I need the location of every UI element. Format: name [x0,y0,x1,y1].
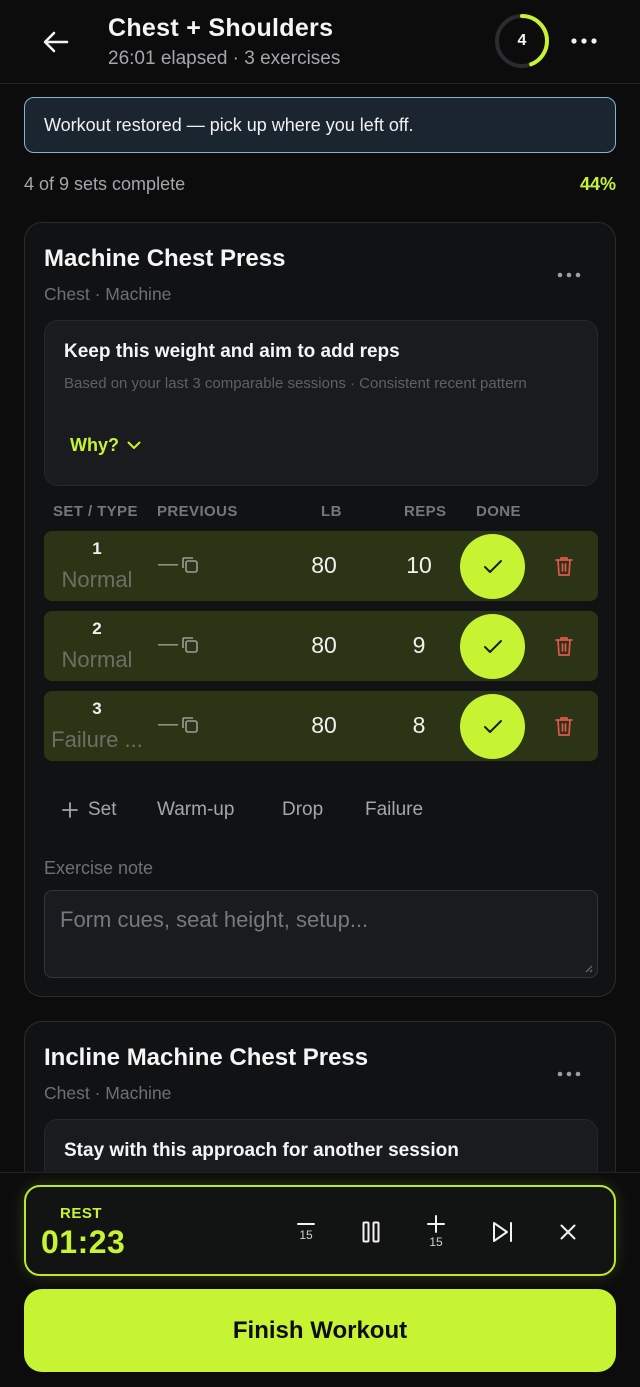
set-row: 2 Normal — 80 9 [44,611,598,681]
col-done: DONE [476,503,521,520]
set-type[interactable]: Failure ... [44,727,150,753]
rest-close-button[interactable] [546,1205,590,1259]
copy-icon [182,716,198,733]
exercise-card: Machine Chest Press Chest · Machine Keep… [24,222,616,997]
add-set-label: Set [88,799,117,820]
plus-icon [427,1215,445,1233]
add-drop-button[interactable]: Drop [282,799,323,821]
reps-value[interactable]: 9 [387,632,451,659]
sets-progress-text: 4 of 9 sets complete [24,174,186,194]
set-type[interactable]: Normal [44,647,150,673]
rest-label: REST [60,1205,103,1222]
checkmark-icon [483,560,502,573]
weight-value[interactable]: 80 [292,552,356,579]
recommendation-box: Keep this weight and aim to add reps Bas… [44,320,598,486]
recommendation-title: Stay with this approach for another sess… [64,1140,459,1161]
progress-ring: 4 [494,13,550,69]
set-row: 3 Failure ... — 80 8 [44,691,598,761]
rest-time: 01:23 [41,1224,126,1260]
rest-pause-button[interactable] [349,1205,393,1259]
plus-icon [62,802,78,818]
why-label: Why? [70,435,119,455]
col-reps: REPS [404,503,447,520]
delete-set-button[interactable] [549,551,579,581]
exercise-name: Incline Machine Chest Press [44,1044,369,1071]
top-bar: Chest + Shoulders 26:01 elapsed · 3 exer… [0,0,640,84]
previous-value[interactable]: — [158,713,200,736]
checkmark-icon [483,720,502,733]
set-row: 1 Normal — 80 10 [44,531,598,601]
trash-icon [555,637,573,656]
copy-icon [182,636,198,653]
minus-seconds: 15 [299,1228,313,1242]
why-button[interactable]: Why? [70,435,141,456]
reps-value[interactable]: 8 [387,712,451,739]
previous-text: — [158,553,178,575]
weight-value[interactable]: 80 [292,632,356,659]
add-set-options: Set Warm-up Drop Failure [25,799,617,829]
previous-value[interactable]: — [158,553,200,576]
done-button[interactable] [460,534,525,599]
rest-plus-button[interactable]: 15 [414,1205,458,1259]
weight-value[interactable]: 80 [292,712,356,739]
exercise-note-label: Exercise note [44,858,154,878]
pause-icon [362,1221,380,1243]
delete-set-button[interactable] [549,711,579,741]
reps-value[interactable]: 10 [387,552,451,579]
set-number: 3 [92,699,102,718]
col-set-type: SET / TYPE [53,503,138,520]
trash-icon [555,717,573,736]
close-icon [560,1224,576,1240]
done-button[interactable] [460,614,525,679]
sets-progress: 4 of 9 sets complete 44% [24,174,616,195]
checkmark-icon [483,640,502,653]
add-failure-button[interactable]: Failure [365,799,423,821]
exercise-note-input[interactable]: Form cues, seat height, setup... [44,890,598,978]
chevron-down-icon [127,441,141,449]
previous-value[interactable]: — [158,633,200,656]
set-type[interactable]: Normal [44,567,150,593]
back-arrow-icon[interactable] [36,24,76,60]
set-number: 2 [92,619,102,638]
exercise-name: Machine Chest Press [44,245,286,272]
restored-banner: Workout restored — pick up where you lef… [24,97,616,153]
banner-text: Workout restored — pick up where you lef… [44,114,414,135]
copy-icon [182,556,198,573]
set-number: 1 [92,539,102,558]
recommendation-subtitle: Based on your last 3 comparable sessions… [64,375,527,392]
rest-minus-button[interactable]: 15 [284,1205,328,1259]
ring-count: 4 [517,32,527,49]
skip-next-icon [493,1222,512,1242]
previous-text: — [158,713,178,735]
finish-workout-button[interactable]: Finish Workout [24,1289,616,1372]
delete-set-button[interactable] [549,631,579,661]
workout-subtitle: 26:01 elapsed · 3 exercises [108,48,341,69]
more-options-icon[interactable] [564,26,604,56]
workout-title: Chest + Shoulders [108,14,334,42]
rest-timer-bar: REST 01:23 15 15 [24,1185,616,1276]
finish-label: Finish Workout [232,1316,408,1344]
sets-progress-percent: 44% [579,174,616,194]
previous-text: — [158,633,178,655]
col-previous: PREVIOUS [157,503,238,520]
minus-icon [297,1223,315,1225]
trash-icon [555,557,573,576]
exercise-more-icon[interactable] [549,1059,589,1089]
col-lb: LB [321,503,342,520]
exercise-meta: Chest · Machine [44,284,172,304]
resize-handle-icon[interactable] [583,963,593,973]
note-placeholder: Form cues, seat height, setup... [60,907,369,932]
recommendation-title: Keep this weight and aim to add reps [64,341,400,362]
add-set-button[interactable]: Set [62,799,117,821]
rest-skip-button[interactable] [481,1205,525,1259]
add-warmup-button[interactable]: Warm-up [157,799,234,821]
exercise-meta: Chest · Machine [44,1083,172,1103]
done-button[interactable] [460,694,525,759]
plus-seconds: 15 [429,1235,443,1249]
exercise-more-icon[interactable] [549,260,589,290]
